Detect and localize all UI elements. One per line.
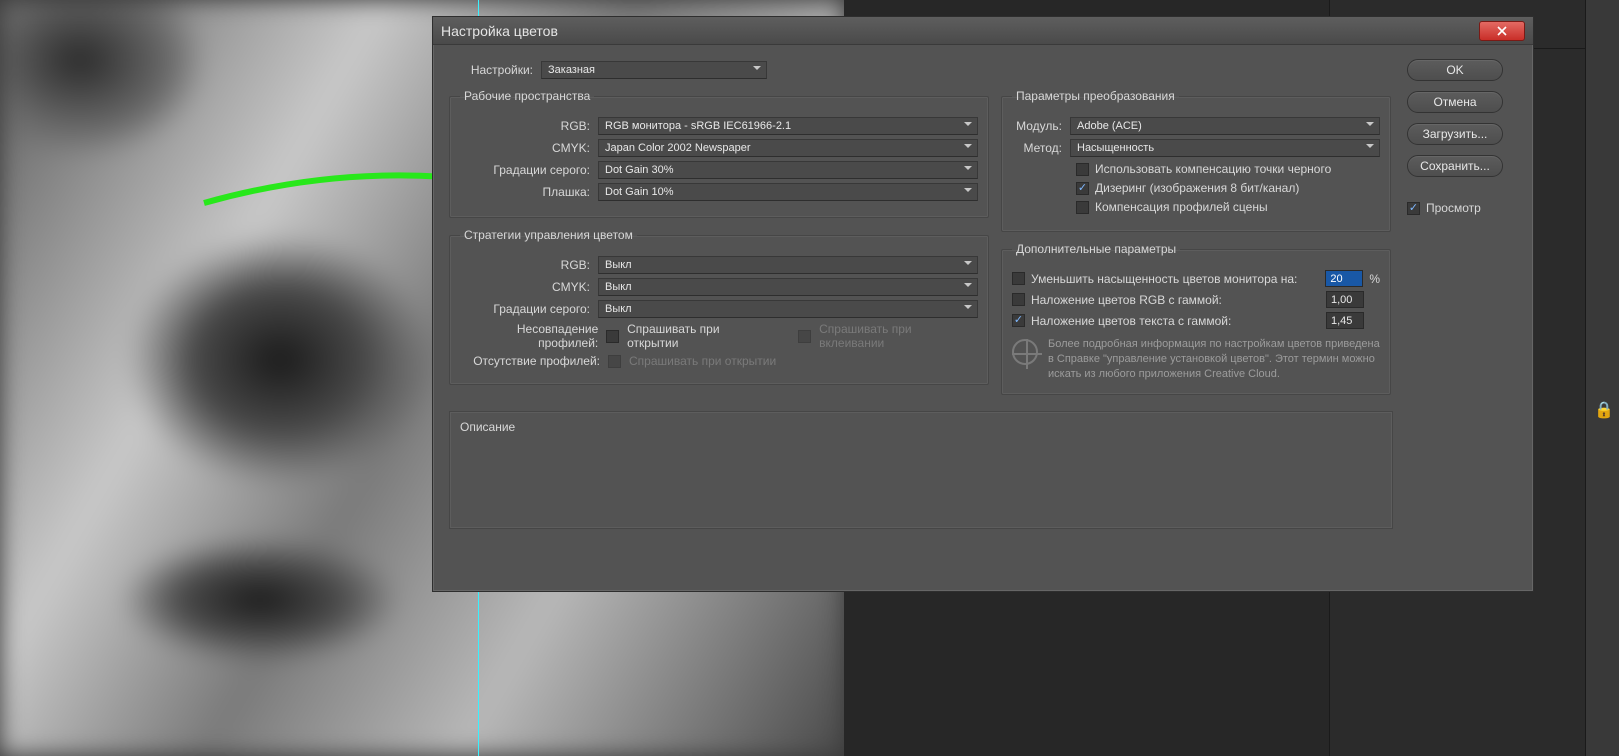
- dialog-titlebar[interactable]: Настройка цветов: [433, 17, 1533, 45]
- gray-label: Градации серого:: [460, 163, 590, 177]
- preview-label: Просмотр: [1426, 201, 1481, 215]
- desat-pct: %: [1369, 272, 1380, 286]
- blend-rgb-label: Наложение цветов RGB с гаммой:: [1031, 293, 1320, 307]
- preview-checkbox[interactable]: [1407, 202, 1420, 215]
- dither-label: Дизеринг (изображения 8 бит/канал): [1095, 181, 1299, 195]
- policy-rgb-select[interactable]: Выкл: [598, 256, 978, 274]
- ok-button[interactable]: OK: [1407, 59, 1503, 81]
- color-settings-dialog: Настройка цветов Настройки: Заказная Раб…: [432, 16, 1534, 592]
- blend-rgb-checkbox[interactable]: [1012, 293, 1025, 306]
- mismatch-paste-checkbox: [798, 330, 811, 343]
- gray-select[interactable]: Dot Gain 30%: [598, 161, 978, 179]
- scene-checkbox[interactable]: [1076, 201, 1089, 214]
- policy-cmyk-label: CMYK:: [460, 280, 590, 294]
- mismatch-open-text: Спрашивать при открытии: [627, 322, 772, 350]
- dither-checkbox[interactable]: [1076, 182, 1089, 195]
- advanced-legend: Дополнительные параметры: [1012, 242, 1180, 256]
- intent-label: Метод:: [1012, 141, 1062, 155]
- save-button[interactable]: Сохранить...: [1407, 155, 1503, 177]
- spot-select[interactable]: Dot Gain 10%: [598, 183, 978, 201]
- mismatch-open-checkbox[interactable]: [606, 330, 619, 343]
- engine-select[interactable]: Adobe (ACE): [1070, 117, 1380, 135]
- settings-select[interactable]: Заказная: [541, 61, 767, 79]
- description-box: Описание: [449, 411, 1393, 529]
- engine-label: Модуль:: [1012, 119, 1062, 133]
- info-icon: [1012, 339, 1038, 365]
- policy-gray-label: Градации серого:: [460, 302, 590, 316]
- close-icon: [1496, 25, 1508, 37]
- description-label: Описание: [460, 420, 515, 434]
- conversion-fieldset: Параметры преобразования Модуль: Adobe (…: [1001, 89, 1391, 232]
- policy-gray-select[interactable]: Выкл: [598, 300, 978, 318]
- collapsed-panel-strip: 🔒: [1585, 0, 1619, 756]
- policies-fieldset: Стратегии управления цветом RGB: Выкл CM…: [449, 228, 989, 385]
- missing-open-text: Спрашивать при открытии: [629, 354, 776, 368]
- blend-text-checkbox[interactable]: [1012, 314, 1025, 327]
- cmyk-label: CMYK:: [460, 141, 590, 155]
- blackpoint-label: Использовать компенсацию точки черного: [1095, 162, 1331, 176]
- load-button[interactable]: Загрузить...: [1407, 123, 1503, 145]
- cancel-button[interactable]: Отмена: [1407, 91, 1503, 113]
- intent-select[interactable]: Насыщенность: [1070, 139, 1380, 157]
- cmyk-select[interactable]: Japan Color 2002 Newspaper: [598, 139, 978, 157]
- scene-label: Компенсация профилей сцены: [1095, 200, 1268, 214]
- settings-label: Настройки:: [469, 63, 533, 77]
- rgb-label: RGB:: [460, 119, 590, 133]
- policy-rgb-label: RGB:: [460, 258, 590, 272]
- spot-label: Плашка:: [460, 185, 590, 199]
- desat-label: Уменьшить насыщенность цветов монитора н…: [1031, 272, 1319, 286]
- policies-legend: Стратегии управления цветом: [460, 228, 637, 242]
- blend-text-input[interactable]: [1326, 312, 1364, 329]
- mismatch-label: Несовпадение профилей:: [460, 322, 598, 350]
- desat-input[interactable]: [1325, 270, 1363, 287]
- policy-cmyk-select[interactable]: Выкл: [598, 278, 978, 296]
- missing-label: Отсутствие профилей:: [460, 354, 600, 368]
- blackpoint-checkbox[interactable]: [1076, 163, 1089, 176]
- close-button[interactable]: [1479, 21, 1525, 41]
- desat-checkbox[interactable]: [1012, 272, 1025, 285]
- conversion-legend: Параметры преобразования: [1012, 89, 1179, 103]
- blend-rgb-input[interactable]: [1326, 291, 1364, 308]
- mismatch-paste-text: Спрашивать при вклеивании: [819, 322, 978, 350]
- dialog-title: Настройка цветов: [441, 23, 558, 39]
- workspaces-legend: Рабочие пространства: [460, 89, 594, 103]
- missing-open-checkbox: [608, 355, 621, 368]
- advanced-fieldset: Дополнительные параметры Уменьшить насыщ…: [1001, 242, 1391, 395]
- blend-text-label: Наложение цветов текста с гаммой:: [1031, 314, 1320, 328]
- rgb-select[interactable]: RGB монитора - sRGB IEC61966-2.1: [598, 117, 978, 135]
- workspaces-fieldset: Рабочие пространства RGB: RGB монитора -…: [449, 89, 989, 218]
- info-text: Более подробная информация по настройкам…: [1048, 337, 1380, 382]
- lock-icon: 🔒: [1594, 400, 1614, 420]
